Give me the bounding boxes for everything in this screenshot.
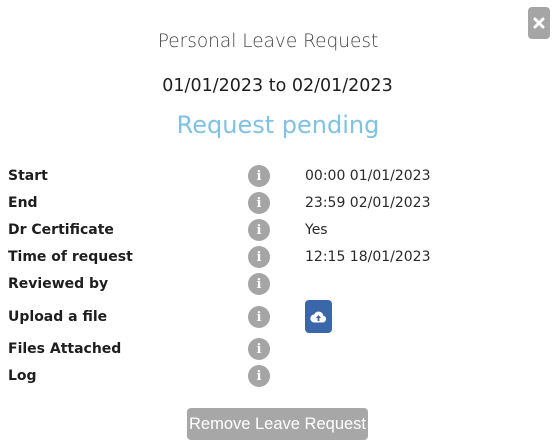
end-label: End — [8, 195, 38, 211]
time-of-request-label: Time of request — [8, 249, 133, 265]
info-icon[interactable]: i — [248, 219, 270, 241]
dr-certificate-label: Dr Certificate — [8, 222, 114, 238]
time-of-request-value: 12:15 18/01/2023 — [305, 249, 431, 265]
upload-file-button[interactable] — [305, 300, 332, 333]
info-icon[interactable]: i — [248, 273, 270, 295]
info-icon[interactable]: i — [248, 365, 270, 387]
detail-row-reviewed-by: Reviewed by i — [0, 273, 552, 295]
cloud-upload-icon — [310, 311, 327, 323]
detail-row-start: Start i 00:00 01/01/2023 — [0, 165, 552, 187]
info-icon[interactable]: i — [248, 192, 270, 214]
info-icon[interactable]: i — [248, 338, 270, 360]
detail-row-end: End i 23:59 02/01/2023 — [0, 192, 552, 214]
files-attached-label: Files Attached — [8, 341, 122, 357]
detail-row-upload-file: Upload a file i — [0, 300, 552, 333]
detail-row-dr-certificate: Dr Certificate i Yes — [0, 219, 552, 241]
reviewed-by-label: Reviewed by — [8, 276, 109, 292]
detail-row-time-of-request: Time of request i 12:15 18/01/2023 — [0, 246, 552, 268]
detail-row-files-attached: Files Attached i — [0, 338, 552, 360]
info-icon[interactable]: i — [248, 165, 270, 187]
remove-leave-request-button[interactable]: Remove Leave Request — [187, 408, 368, 440]
start-value: 00:00 01/01/2023 — [305, 168, 431, 184]
date-range: 01/01/2023 to 02/01/2023 — [162, 76, 393, 96]
upload-file-label: Upload a file — [8, 309, 108, 325]
info-icon[interactable]: i — [248, 306, 270, 328]
close-icon — [533, 17, 545, 29]
dr-certificate-value: Yes — [305, 222, 328, 238]
detail-row-log: Log i — [0, 365, 552, 387]
dialog-title: Personal Leave Request — [157, 31, 379, 52]
start-label: Start — [8, 168, 48, 184]
log-label: Log — [8, 368, 37, 384]
request-status: Request pending — [176, 111, 380, 139]
end-value: 23:59 02/01/2023 — [305, 195, 431, 211]
info-icon[interactable]: i — [248, 246, 270, 268]
